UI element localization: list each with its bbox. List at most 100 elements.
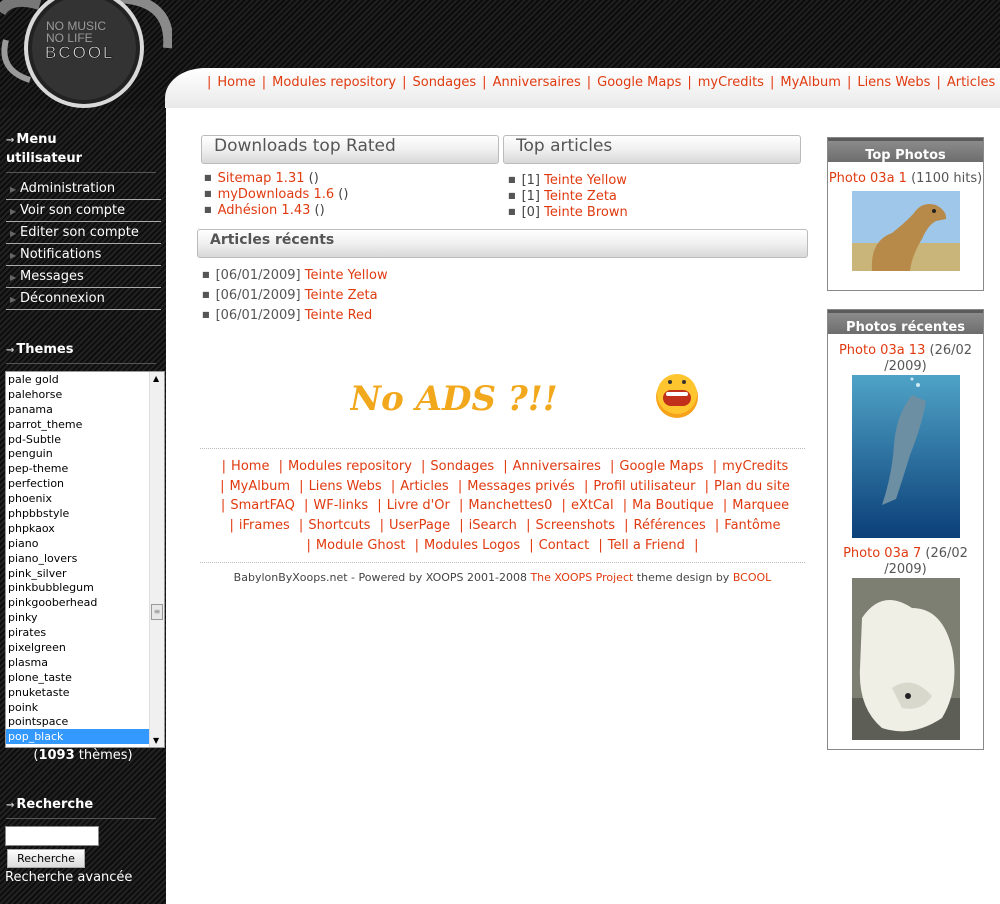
theme-option[interactable]: pale gold bbox=[6, 372, 150, 387]
footer-link-profil-utilisateur[interactable]: Profil utilisateur bbox=[593, 479, 695, 494]
theme-option[interactable]: phpbbstyle bbox=[6, 506, 150, 521]
theme-option[interactable]: parrot_theme bbox=[6, 417, 150, 432]
theme-option[interactable]: piano bbox=[6, 536, 150, 551]
user-menu-item-voir-son-compte[interactable]: ▶ Voir son compte bbox=[6, 200, 161, 222]
footer-link-extcal[interactable]: eXtCal bbox=[571, 498, 614, 513]
theme-option[interactable]: piano_lovers bbox=[6, 551, 150, 566]
theme-option[interactable]: pinkgooberhead bbox=[6, 595, 150, 610]
theme-option[interactable]: perfection bbox=[6, 476, 150, 491]
theme-option[interactable]: panama bbox=[6, 402, 150, 417]
footer-link-mycredits[interactable]: myCredits bbox=[722, 459, 788, 474]
download-link[interactable]: Sitemap 1.31 bbox=[218, 171, 305, 186]
footer-link-messages-prives[interactable]: Messages privés bbox=[467, 479, 575, 494]
footer-link-tell-a-friend[interactable]: Tell a Friend bbox=[608, 538, 685, 553]
article-link[interactable]: Teinte Zeta bbox=[305, 288, 378, 303]
footer-link-isearch[interactable]: iSearch bbox=[469, 518, 517, 533]
nav-item-liens-webs[interactable]: Liens Webs bbox=[841, 75, 930, 90]
top-photo-link[interactable]: Photo 03a 1 bbox=[829, 171, 907, 186]
footer-link-module-ghost[interactable]: Module Ghost bbox=[316, 538, 406, 553]
themes-title: → Themes bbox=[6, 341, 73, 360]
theme-option[interactable]: palehorse bbox=[6, 387, 150, 402]
camel-photo[interactable] bbox=[851, 191, 960, 271]
user-menu-item-administration[interactable]: ▶ Administration bbox=[6, 178, 161, 200]
theme-option[interactable]: pixelgreen bbox=[6, 640, 150, 655]
advanced-search-link[interactable]: Recherche avancée bbox=[5, 870, 132, 885]
theme-option[interactable]: poink bbox=[6, 700, 150, 715]
scroll-down-icon[interactable]: ▼ bbox=[153, 736, 159, 745]
footer-link-myalbum[interactable]: MyAlbum bbox=[229, 479, 290, 494]
footer-link-screenshots[interactable]: Screenshots bbox=[535, 518, 615, 533]
theme-option[interactable]: pinkbubblegum bbox=[6, 580, 150, 595]
scroll-up-icon[interactable]: ▲ bbox=[153, 374, 159, 383]
footer-link-livre-d-or[interactable]: Livre d'Or bbox=[387, 498, 450, 513]
article-link[interactable]: Teinte Yellow bbox=[305, 268, 388, 283]
search-input[interactable] bbox=[5, 826, 99, 846]
nav-item-myalbum[interactable]: MyAlbum bbox=[764, 75, 841, 90]
article-link[interactable]: Teinte Zeta bbox=[544, 189, 617, 204]
footer-link-smartfaq[interactable]: SmartFAQ bbox=[230, 498, 295, 513]
theme-option[interactable]: penguin bbox=[6, 446, 150, 461]
footer-link-userpage[interactable]: UserPage bbox=[389, 518, 450, 533]
footer-link-wf-links[interactable]: WF-links bbox=[313, 498, 368, 513]
theme-option[interactable]: pirates bbox=[6, 625, 150, 640]
user-menu-item-notifications[interactable]: ▶ Notifications bbox=[6, 244, 161, 266]
theme-option[interactable]: phpkaox bbox=[6, 521, 150, 536]
footer-link-manchettes0[interactable]: Manchettes0 bbox=[468, 498, 552, 513]
nav-item-google-maps[interactable]: Google Maps bbox=[581, 75, 681, 90]
footer-link-ma-boutique[interactable]: Ma Boutique bbox=[632, 498, 714, 513]
footer-link-fantome[interactable]: Fantôme bbox=[724, 518, 780, 533]
theme-option[interactable]: pinky bbox=[6, 610, 150, 625]
top-navbar: HomeModules repositorySondagesAnniversai… bbox=[165, 68, 1000, 108]
nav-item-mycredits[interactable]: myCredits bbox=[681, 75, 764, 90]
theme-option[interactable]: plone_taste bbox=[6, 670, 150, 685]
footer-link-modules-repository[interactable]: Modules repository bbox=[288, 459, 412, 474]
nav-item-home[interactable]: Home bbox=[201, 75, 255, 90]
footer-link-home[interactable]: Home bbox=[231, 459, 269, 474]
article-link[interactable]: Teinte Yellow bbox=[544, 173, 627, 188]
dolphin-photo[interactable] bbox=[851, 375, 960, 538]
footer-link-modules-logos[interactable]: Modules Logos bbox=[424, 538, 520, 553]
user-menu-item-deconnexion[interactable]: ▶ Déconnexion bbox=[6, 288, 161, 310]
nav-item-articles[interactable]: Articles bbox=[930, 75, 1000, 90]
user-menu-item-editer-son-compte[interactable]: ▶ Editer son compte bbox=[6, 222, 161, 244]
footer-link-sondages[interactable]: Sondages bbox=[430, 459, 494, 474]
nav-item-sondages[interactable]: Sondages bbox=[396, 75, 476, 90]
recent-photo1-link[interactable]: Photo 03a 13 bbox=[839, 343, 925, 358]
nav-item-modules-repository[interactable]: Modules repository bbox=[256, 75, 396, 90]
download-link[interactable]: Adhésion 1.43 bbox=[218, 203, 311, 218]
footer-link-iframes[interactable]: iFrames bbox=[239, 518, 290, 533]
footer-link-articles[interactable]: Articles bbox=[400, 479, 448, 494]
themes-select[interactable]: pale gold palehorse panama parrot_theme pd-S… bbox=[5, 371, 165, 748]
menu-arrow-icon: ▶ bbox=[10, 229, 17, 238]
theme-option[interactable]: pop_black bbox=[6, 729, 150, 745]
theme-option[interactable]: pd-Subtle bbox=[6, 432, 150, 447]
scroll-thumb[interactable]: ≡ bbox=[151, 604, 163, 620]
nav-item-anniversaires[interactable]: Anniversaires bbox=[476, 75, 581, 90]
polar-bear-photo[interactable] bbox=[851, 578, 960, 740]
footer-link-anniversaires[interactable]: Anniversaires bbox=[513, 459, 601, 474]
footer-link-contact[interactable]: Contact bbox=[539, 538, 590, 553]
download-link[interactable]: myDownloads 1.6 bbox=[218, 187, 335, 202]
footer-link-google-maps[interactable]: Google Maps bbox=[619, 459, 703, 474]
theme-option[interactable]: plasma bbox=[6, 655, 150, 670]
footer-link-references[interactable]: Références bbox=[634, 518, 706, 533]
footer-link-marquee[interactable]: Marquee bbox=[732, 498, 789, 513]
search-button[interactable]: Recherche bbox=[7, 849, 85, 868]
article-count: [1] bbox=[521, 173, 545, 188]
theme-option[interactable]: pep-theme bbox=[6, 461, 150, 476]
article-link[interactable]: Teinte Brown bbox=[544, 205, 628, 220]
user-menu-item-messages[interactable]: ▶ Messages bbox=[6, 266, 161, 288]
recent-photo2-link[interactable]: Photo 03a 7 bbox=[843, 546, 921, 561]
theme-option[interactable]: pointspace bbox=[6, 714, 150, 729]
theme-option[interactable]: pink_silver bbox=[6, 566, 150, 581]
themes-scrollbar[interactable]: ▲ ≡ ▼ bbox=[149, 372, 164, 747]
footer-link-liens-webs[interactable]: Liens Webs bbox=[309, 479, 382, 494]
xoops-project-link[interactable]: The XOOPS Project bbox=[530, 571, 633, 584]
footer-link-shortcuts[interactable]: Shortcuts bbox=[308, 518, 370, 533]
footer-link-plan-du-site[interactable]: Plan du site bbox=[714, 479, 790, 494]
article-link[interactable]: Teinte Red bbox=[305, 308, 373, 323]
site-logo[interactable]: NO MUSIC NO LIFE BCOOL bbox=[0, 0, 172, 108]
theme-option[interactable]: phoenix bbox=[6, 491, 150, 506]
theme-option[interactable]: pnuketaste bbox=[6, 685, 150, 700]
designer-link[interactable]: BCOOL bbox=[733, 571, 771, 584]
